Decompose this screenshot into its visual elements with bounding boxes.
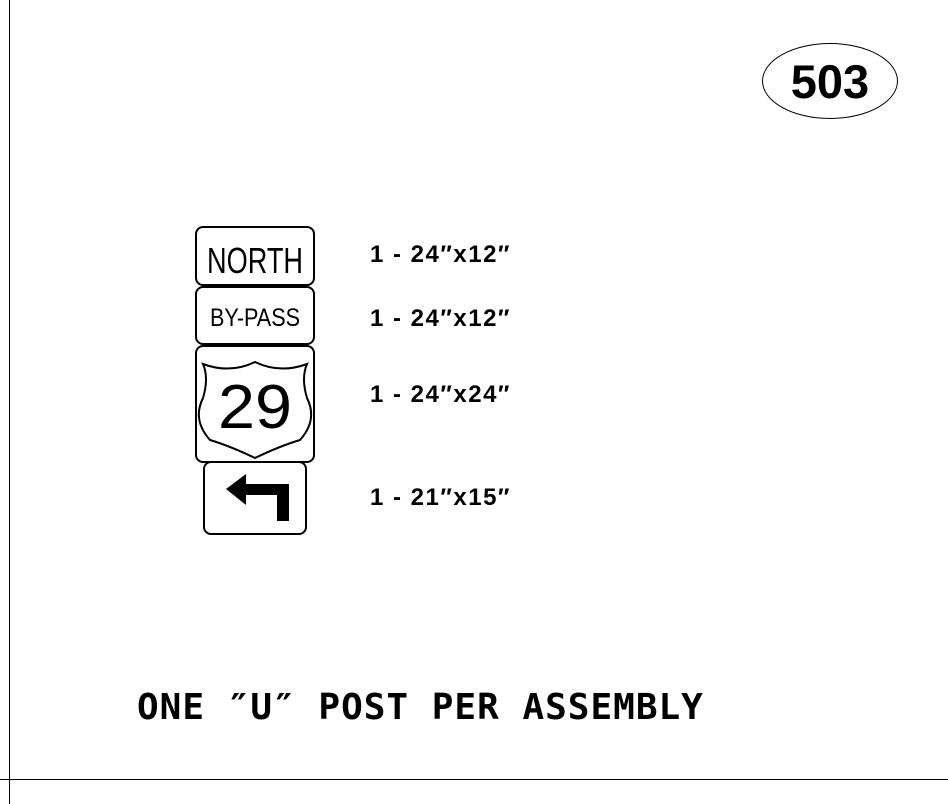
sign-size-north: 1 - 24″x12″ xyxy=(370,241,511,268)
post-note: ONE ″U″ POST PER ASSEMBLY xyxy=(137,687,704,728)
sign-north: NORTH xyxy=(195,226,315,286)
sign-us-29-shield: 29 xyxy=(195,345,315,463)
sign-left-turn-arrow xyxy=(203,461,307,535)
sign-size-arrow: 1 - 21″x15″ xyxy=(370,484,511,511)
sign-route-number: 29 xyxy=(218,373,292,442)
sign-size-shield: 1 - 24″x24″ xyxy=(370,381,511,408)
sign-bypass: BY-PASS xyxy=(195,286,315,345)
sign-size-bypass: 1 - 24″x12″ xyxy=(370,305,511,332)
sign-north-legend: NORTH xyxy=(207,240,303,281)
sign-bypass-legend: BY-PASS xyxy=(210,304,300,332)
